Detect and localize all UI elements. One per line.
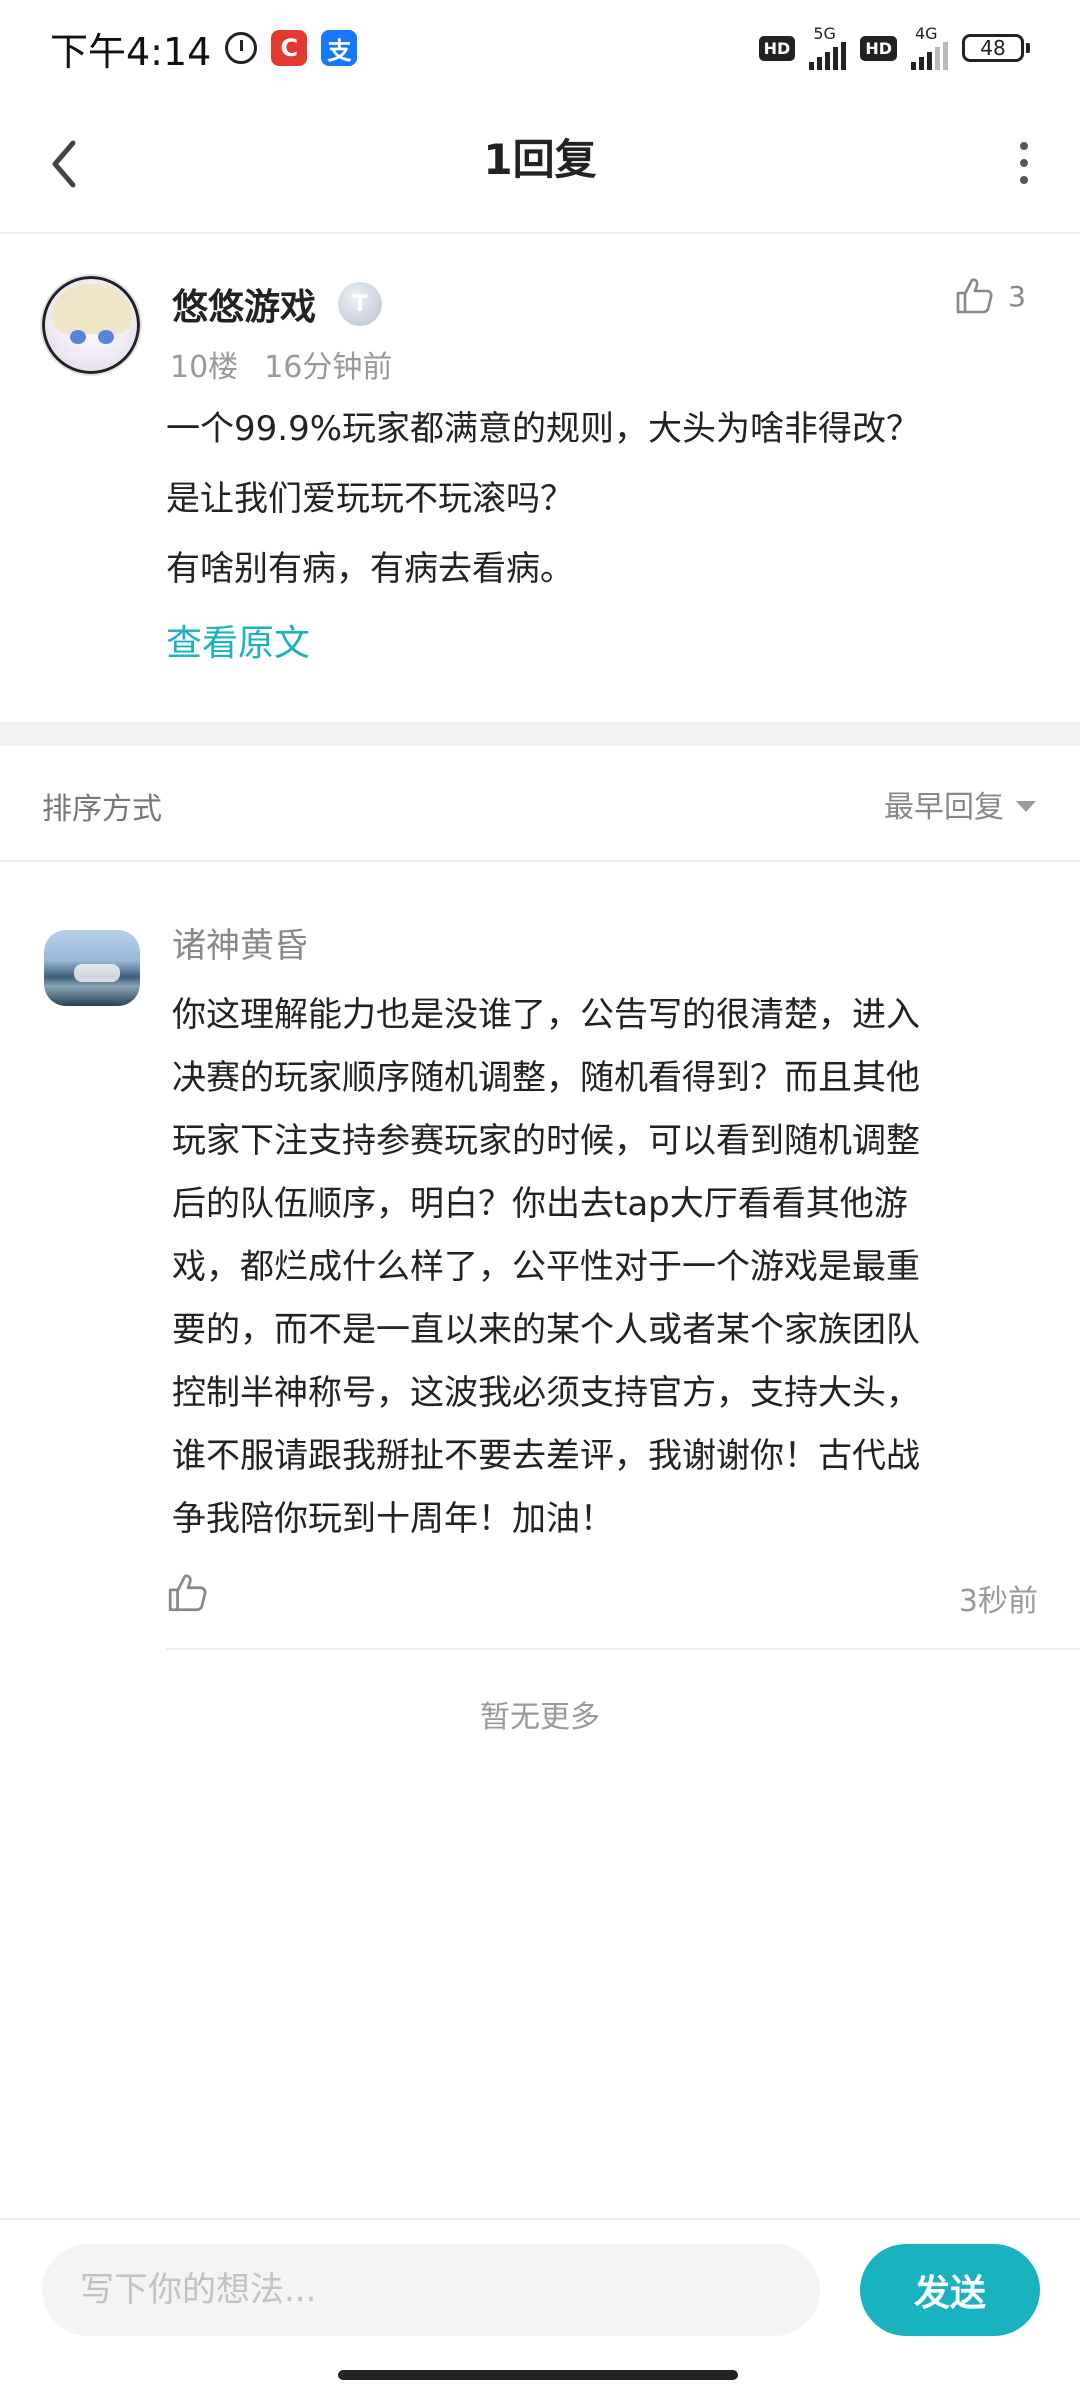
signal-4g: 4G — [911, 26, 948, 70]
reply-line: 后的队伍顺序，明白？你出去tap大厅看看其他游 — [172, 1184, 908, 1224]
avatar[interactable] — [40, 274, 142, 376]
comment-input[interactable] — [42, 2244, 820, 2336]
post-line: 一个99.9%玩家都满意的规则，大头为啥非得改？ — [166, 409, 921, 449]
battery-icon: 48 — [962, 34, 1030, 62]
hd-badge-2: HD — [860, 35, 897, 61]
reply-line: 要的，而不是一直以来的某个人或者某个家族团队 — [172, 1310, 920, 1350]
no-more-text: 暂无更多 — [480, 1700, 600, 1735]
reply-time: 3秒前 — [958, 1584, 1038, 1619]
signal-bars-icon — [809, 42, 847, 70]
caret-down-icon — [1016, 800, 1036, 812]
alipay-icon: 支 — [321, 30, 358, 66]
sort-selected: 最早回复 — [884, 790, 1004, 825]
post-line: 是让我们爱玩玩不玩滚吗？ — [166, 479, 574, 519]
sort-dropdown[interactable]: 最早回复 — [884, 782, 1036, 826]
status-bar: 下午4:14 C 支 HD 5G HD 4G 48 — [0, 0, 1080, 96]
home-indicator[interactable] — [338, 2370, 738, 2380]
thumbs-up-icon — [168, 1574, 207, 1612]
network-label-4g: 4G — [915, 24, 938, 43]
reply-body: 你这理解能力也是没谁了，公告写的很清楚，进入 决赛的玩家顺序随机调整，随机看得到… — [172, 984, 1032, 1551]
reply-divider — [166, 1648, 1080, 1650]
reply-line: 玩家下注支持参赛玩家的时候，可以看到随机调整 — [172, 1121, 920, 1161]
post-author[interactable]: 悠悠游戏 — [172, 278, 316, 330]
signal-5g: 5G — [809, 24, 847, 70]
title-bar: 1回复 — [0, 96, 1080, 234]
reply-author[interactable]: 诸神黄昏 — [172, 918, 308, 967]
comment-composer: 发送 — [0, 2218, 1080, 2360]
battery-level: 48 — [962, 34, 1024, 62]
view-original-link[interactable]: 查看原文 — [166, 614, 310, 666]
main-post: 悠悠游戏 T 3 10楼 16分钟前 一个99.9%玩家都满意的规则，大头为啥非… — [0, 234, 1080, 722]
status-right: HD 5G HD 4G 48 — [758, 24, 1030, 70]
post-time: 16分钟前 — [264, 350, 393, 385]
status-left: 下午4:14 C 支 — [50, 21, 358, 76]
reply-line: 控制半神称号，这波我必须支持官方，支持大头， — [172, 1373, 920, 1413]
app-c-icon: C — [271, 30, 308, 66]
signal-bars-icon — [911, 42, 948, 70]
post-floor: 10楼 — [170, 350, 239, 385]
thumbs-up-icon — [956, 278, 993, 314]
user-level-badge-icon: T — [338, 282, 382, 326]
status-time: 下午4:14 — [50, 29, 212, 74]
reply-item: 诸神黄昏 你这理解能力也是没谁了，公告写的很清楚，进入 决赛的玩家顺序随机调整，… — [0, 862, 1080, 1650]
sort-label: 排序方式 — [42, 792, 162, 827]
reply-line: 决赛的玩家顺序随机调整，随机看得到？而且其他 — [172, 1058, 920, 1098]
reply-page: 下午4:14 C 支 HD 5G HD 4G 48 1回复 悠悠游戏 T 3 1… — [0, 0, 1080, 2400]
reply-like-button[interactable] — [166, 1572, 208, 1618]
section-divider — [0, 722, 1080, 746]
network-label-5g: 5G — [813, 24, 836, 43]
sort-bar: 排序方式 最早回复 — [0, 746, 1080, 862]
page-title: 1回复 — [483, 135, 597, 184]
like-count: 3 — [1008, 279, 1026, 313]
send-button[interactable]: 发送 — [860, 2244, 1040, 2336]
post-meta: 10楼 16分钟前 — [170, 342, 392, 386]
alarm-icon — [225, 32, 258, 64]
post-like-button[interactable]: 3 — [954, 276, 1026, 316]
reply-line: 戏，都烂成什么样了，公平性对于一个游戏是最重 — [172, 1247, 920, 1287]
reply-line: 谁不服请跟我掰扯不要去差评，我谢谢你！古代战 — [172, 1436, 920, 1476]
more-options-icon[interactable] — [1012, 136, 1036, 190]
reply-line: 争我陪你玩到十周年！加油！ — [172, 1499, 614, 1539]
avatar[interactable] — [44, 930, 140, 1006]
post-body: 一个99.9%玩家都满意的规则，大头为啥非得改？ 是让我们爱玩玩不玩滚吗？ 有啥… — [166, 394, 1026, 604]
hd-badge-1: HD — [758, 35, 796, 61]
post-line: 有啥别有病，有病去看病。 — [166, 549, 574, 589]
reply-line: 你这理解能力也是没谁了，公告写的很清楚，进入 — [172, 995, 920, 1035]
